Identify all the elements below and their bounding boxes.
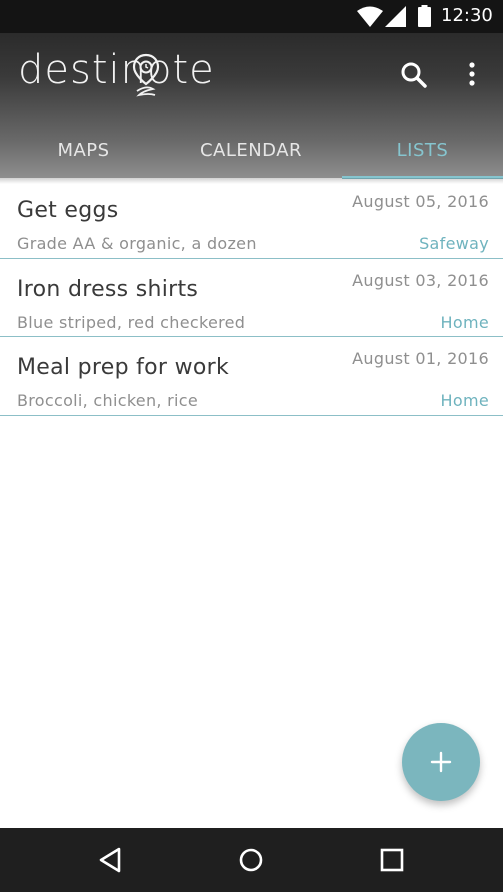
list-item[interactable]: Iron dress shirts August 03, 2016 Blue s… (0, 259, 503, 337)
add-item-button[interactable] (402, 723, 480, 801)
item-place: Home (440, 312, 489, 332)
battery-icon (418, 5, 431, 27)
more-options-button[interactable] (457, 55, 487, 95)
more-vert-icon (469, 62, 475, 86)
item-date: August 05, 2016 (352, 192, 489, 211)
wifi-icon (357, 6, 383, 27)
app-bar: destinote MAPS CALENDAR LISTS (0, 33, 503, 179)
home-icon[interactable] (238, 847, 264, 873)
list-item[interactable]: Meal prep for work August 01, 2016 Brocc… (0, 337, 503, 416)
list-item[interactable]: Get eggs August 05, 2016 Grade AA & orga… (0, 180, 503, 259)
tab-lists[interactable]: LISTS (342, 123, 503, 178)
item-title: Get eggs (17, 198, 119, 223)
recents-icon[interactable] (380, 848, 404, 872)
tab-calendar[interactable]: CALENDAR (167, 123, 335, 178)
item-date: August 03, 2016 (352, 270, 489, 290)
search-icon (401, 62, 427, 88)
status-bar: 12:30 (0, 0, 503, 33)
system-nav-bar (0, 828, 503, 892)
tab-bar: MAPS CALENDAR LISTS (0, 123, 503, 178)
tab-maps[interactable]: MAPS (0, 123, 167, 178)
search-button[interactable] (394, 55, 434, 95)
item-subtitle: Blue striped, red checkered (17, 312, 246, 332)
plus-icon (430, 751, 452, 773)
item-subtitle: Broccoli, chicken, rice (17, 391, 199, 410)
status-time: 12:30 (441, 5, 493, 26)
item-title: Meal prep for work (17, 355, 230, 380)
item-place: Safeway (419, 234, 489, 253)
item-subtitle: Grade AA & organic, a dozen (17, 234, 257, 253)
item-place: Home (440, 391, 489, 410)
location-pin-icon (132, 53, 160, 97)
item-title: Iron dress shirts (17, 276, 199, 302)
item-date: August 01, 2016 (352, 349, 489, 368)
back-icon[interactable] (96, 846, 124, 874)
task-list: Get eggs August 05, 2016 Grade AA & orga… (0, 180, 503, 416)
app-logo: destinote (18, 47, 215, 93)
signal-icon (385, 6, 406, 27)
